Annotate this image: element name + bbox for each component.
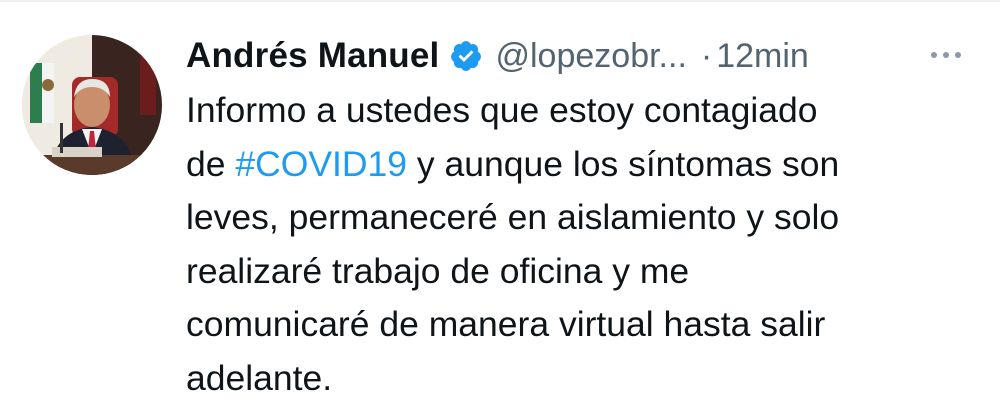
author-name[interactable]: Andrés Manuel [186, 36, 439, 76]
avatar-photo [22, 35, 162, 175]
more-options-icon[interactable] [926, 38, 966, 72]
tweet-line: Informo a ustedes que estoy contagiado [186, 90, 818, 130]
tweet-text: Informo a ustedes que estoy contagiado d… [186, 84, 976, 405]
author-handle[interactable]: @lopezobr... [495, 37, 686, 76]
tweet-header: Andrés Manuel @lopezobr... · 12min [186, 32, 976, 80]
tweet-line: leves, permaneceré en aislamiento y solo [186, 197, 840, 237]
tweet-card[interactable]: Andrés Manuel @lopezobr... · 12min Infor… [0, 0, 1000, 405]
separator-dot: · [700, 36, 713, 75]
tweet-timestamp[interactable]: 12min [716, 37, 809, 76]
hashtag-link[interactable]: #COVID19 [235, 144, 407, 184]
tweet-line: adelante. [186, 357, 333, 398]
tweet-line: de #COVID19 y aunque los síntomas son [186, 138, 976, 192]
tweet-text-fragment: de [186, 143, 236, 184]
verified-badge-icon [449, 39, 483, 73]
tweet-line: comunicaré de manera virtual hasta salir [186, 304, 826, 344]
avatar[interactable] [22, 35, 162, 175]
tweet-line: realizaré trabajo de oficina y me [186, 250, 690, 291]
tweet-text-fragment: y aunque los síntomas son [407, 143, 840, 184]
